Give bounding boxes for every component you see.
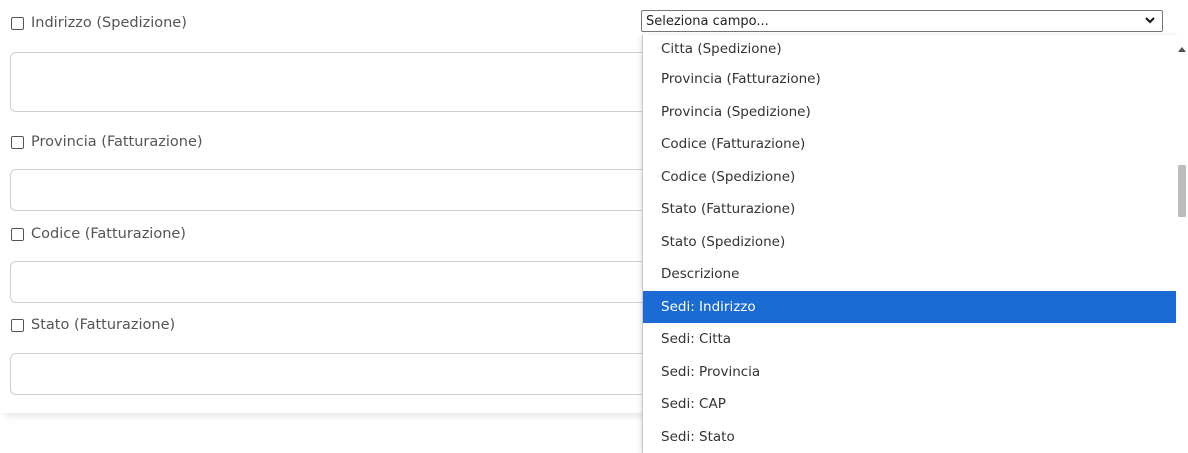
option-stato-fatturazione[interactable]: Stato (Fatturazione) bbox=[643, 193, 1177, 226]
option-sedi-stato[interactable]: Sedi: Stato bbox=[643, 421, 1177, 453]
input-provincia-fatturazione[interactable] bbox=[10, 169, 670, 211]
scroll-thumb[interactable] bbox=[1178, 165, 1186, 217]
checkbox[interactable] bbox=[11, 318, 24, 332]
option-descrizione[interactable]: Descrizione bbox=[643, 258, 1177, 291]
checkbox[interactable] bbox=[11, 227, 24, 241]
option-sedi-cap[interactable]: Sedi: CAP bbox=[643, 388, 1177, 421]
field-select[interactable]: Seleziona campo... bbox=[641, 10, 1163, 32]
option-sedi-provincia[interactable]: Sedi: Provincia bbox=[643, 356, 1177, 389]
option-sedi-indirizzo[interactable]: Sedi: Indirizzo bbox=[643, 290, 1177, 323]
dropdown-scrollbar[interactable] bbox=[1176, 35, 1188, 453]
options-list: Citta (Spedizione) Provincia (Fatturazio… bbox=[643, 35, 1177, 453]
page: Indirizzo (Spedizione) Provincia (Fattur… bbox=[0, 0, 1188, 453]
option-sedi-citta[interactable]: Sedi: Citta bbox=[643, 323, 1177, 356]
scroll-up-arrow-icon[interactable] bbox=[1178, 47, 1186, 52]
input-codice-fatturazione[interactable] bbox=[10, 261, 670, 303]
field-label: Indirizzo (Spedizione) bbox=[31, 15, 187, 31]
option-citta-spedizione[interactable]: Citta (Spedizione) bbox=[643, 35, 1177, 63]
chevron-down-icon bbox=[1145, 17, 1155, 24]
field-provincia-fatturazione: Provincia (Fatturazione) bbox=[11, 134, 203, 150]
option-codice-spedizione[interactable]: Codice (Spedizione) bbox=[643, 161, 1177, 194]
field-label: Stato (Fatturazione) bbox=[31, 317, 176, 333]
input-stato-fatturazione[interactable] bbox=[10, 353, 670, 395]
option-stato-spedizione[interactable]: Stato (Spedizione) bbox=[643, 226, 1177, 259]
option-provincia-spedizione[interactable]: Provincia (Spedizione) bbox=[643, 96, 1177, 129]
field-codice-fatturazione: Codice (Fatturazione) bbox=[11, 226, 186, 242]
field-label: Provincia (Fatturazione) bbox=[31, 134, 203, 150]
textarea-indirizzo-spedizione[interactable] bbox=[10, 52, 670, 112]
checkbox[interactable] bbox=[11, 135, 24, 149]
option-codice-fatturazione[interactable]: Codice (Fatturazione) bbox=[643, 128, 1177, 161]
checkbox[interactable] bbox=[11, 16, 24, 30]
option-provincia-fatturazione[interactable]: Provincia (Fatturazione) bbox=[643, 63, 1177, 96]
select-dropdown-list: Citta (Spedizione) Provincia (Fatturazio… bbox=[642, 35, 1177, 453]
select-value: Seleziona campo... bbox=[646, 13, 769, 29]
field-indirizzo-spedizione: Indirizzo (Spedizione) bbox=[11, 15, 187, 31]
field-stato-fatturazione: Stato (Fatturazione) bbox=[11, 317, 175, 333]
field-label: Codice (Fatturazione) bbox=[31, 226, 186, 242]
